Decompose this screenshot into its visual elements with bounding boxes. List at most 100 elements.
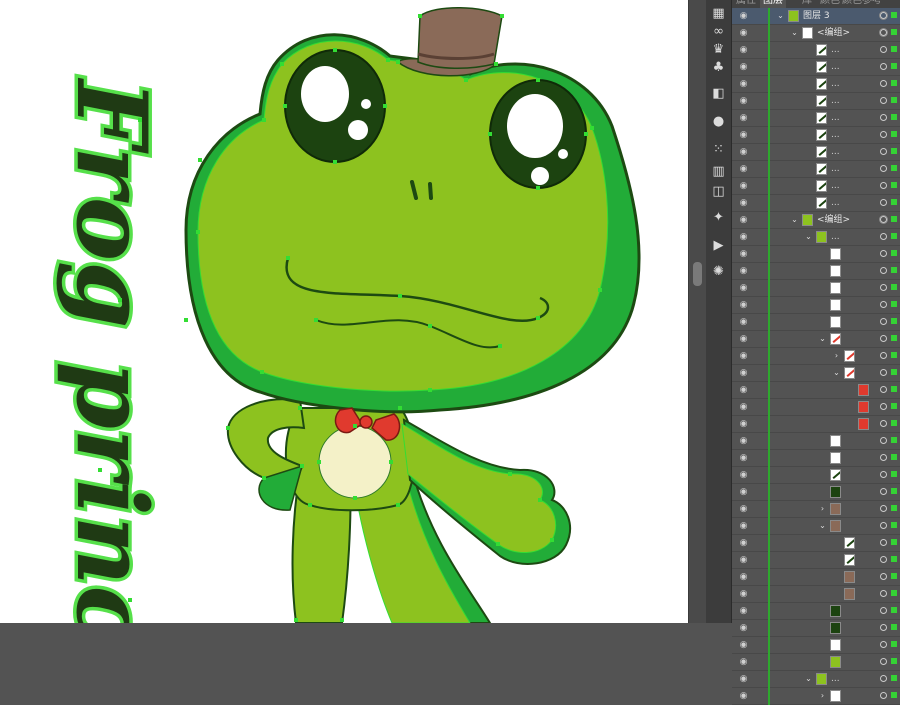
layer-row[interactable]: ◉ ⌄ 图层 3 (732, 8, 900, 25)
visibility-eye-icon[interactable]: ◉ (738, 369, 749, 378)
lock-toggle[interactable] (759, 675, 766, 682)
layer-row[interactable]: ◉ (732, 433, 900, 450)
visibility-eye-icon[interactable]: ◉ (738, 46, 749, 55)
anchor-point[interactable] (300, 464, 304, 468)
visibility-eye-icon[interactable]: ◉ (738, 420, 749, 429)
layer-row[interactable]: ◉... (732, 178, 900, 195)
anchor-point[interactable] (353, 424, 357, 428)
layer-row[interactable]: ◉ (732, 654, 900, 671)
layer-row[interactable]: ◉ ⌄ <编组> (732, 25, 900, 42)
selection-indicator[interactable] (891, 46, 897, 52)
selection-indicator[interactable] (891, 522, 897, 528)
lock-toggle[interactable] (759, 216, 766, 223)
visibility-eye-icon[interactable]: ◉ (738, 318, 749, 327)
selection-indicator[interactable] (891, 488, 897, 494)
lock-toggle[interactable] (759, 97, 766, 104)
target-circle-icon[interactable] (880, 216, 887, 223)
visibility-eye-icon[interactable]: ◉ (738, 692, 749, 701)
scrollbar-thumb[interactable] (693, 262, 702, 286)
target-circle-icon[interactable] (880, 148, 887, 155)
target-circle-icon[interactable] (880, 182, 887, 189)
lock-toggle[interactable] (759, 522, 766, 529)
target-circle-icon[interactable] (880, 556, 887, 563)
selection-indicator[interactable] (891, 250, 897, 256)
selection-indicator[interactable] (891, 284, 897, 290)
anchor-point[interactable] (333, 160, 337, 164)
selection-indicator[interactable] (891, 29, 897, 35)
pathfinder-icon[interactable]: ◫ (709, 182, 728, 201)
selection-indicator[interactable] (891, 182, 897, 188)
target-circle-icon[interactable] (880, 250, 887, 257)
layer-name[interactable]: ... (831, 44, 840, 56)
layer-name[interactable]: ... (831, 163, 840, 175)
selection-indicator[interactable] (891, 692, 897, 698)
layer-name[interactable]: <编组> (817, 214, 850, 226)
layer-name[interactable]: ... (831, 95, 840, 107)
lock-toggle[interactable] (759, 12, 766, 19)
lock-toggle[interactable] (759, 131, 766, 138)
tab-1[interactable]: 图层 (760, 0, 786, 8)
target-circle-icon[interactable] (880, 267, 887, 274)
target-circle-icon[interactable] (880, 437, 887, 444)
anchor-point[interactable] (396, 503, 400, 507)
anchor-point[interactable] (262, 476, 266, 480)
lock-toggle[interactable] (759, 454, 766, 461)
anchor-point[interactable] (118, 298, 122, 302)
links-icon[interactable]: ∞ (709, 22, 728, 41)
anchor-point[interactable] (508, 472, 512, 476)
target-circle-icon[interactable] (880, 165, 887, 172)
visibility-eye-icon[interactable]: ◉ (738, 658, 749, 667)
lock-toggle[interactable] (759, 624, 766, 631)
anchor-point[interactable] (298, 406, 302, 410)
visibility-eye-icon[interactable]: ◉ (738, 403, 749, 412)
anchor-point[interactable] (428, 324, 432, 328)
lock-toggle[interactable] (759, 250, 766, 257)
layer-row[interactable]: ◉... (732, 127, 900, 144)
anchor-point[interactable] (196, 230, 200, 234)
target-circle-icon[interactable] (880, 522, 887, 529)
tab-0[interactable]: 属性 (736, 0, 756, 8)
selection-indicator[interactable] (891, 369, 897, 375)
selection-indicator[interactable] (891, 658, 897, 664)
visibility-eye-icon[interactable]: ◉ (738, 199, 749, 208)
layer-row[interactable]: ◉ (732, 603, 900, 620)
target-circle-icon[interactable] (880, 607, 887, 614)
selection-indicator[interactable] (891, 165, 897, 171)
selection-indicator[interactable] (891, 352, 897, 358)
lock-toggle[interactable] (759, 318, 766, 325)
target-circle-icon[interactable] (880, 46, 887, 53)
layer-name[interactable]: ... (831, 146, 840, 158)
selection-indicator[interactable] (891, 403, 897, 409)
target-circle-icon[interactable] (880, 63, 887, 70)
target-circle-icon[interactable] (880, 488, 887, 495)
anchor-point[interactable] (340, 618, 344, 622)
visibility-eye-icon[interactable]: ◉ (738, 505, 749, 514)
anchor-point[interactable] (428, 388, 432, 392)
target-circle-icon[interactable] (880, 114, 887, 121)
selection-indicator[interactable] (891, 437, 897, 443)
visibility-eye-icon[interactable]: ◉ (738, 335, 749, 344)
layer-row[interactable]: ◉... (732, 110, 900, 127)
selection-indicator[interactable] (891, 505, 897, 511)
visibility-eye-icon[interactable]: ◉ (738, 301, 749, 310)
selection-indicator[interactable] (891, 131, 897, 137)
expand-chevron-down-icon[interactable]: ⌄ (832, 367, 841, 379)
anchor-point[interactable] (584, 132, 588, 136)
visibility-eye-icon[interactable]: ◉ (738, 97, 749, 106)
anchor-point[interactable] (590, 126, 594, 130)
target-circle-icon[interactable] (880, 97, 887, 104)
selection-indicator[interactable] (891, 624, 897, 630)
layer-row[interactable]: ◉... (732, 76, 900, 93)
visibility-eye-icon[interactable]: ◉ (738, 216, 749, 225)
selection-indicator[interactable] (891, 539, 897, 545)
layer-row[interactable]: ◉ (732, 637, 900, 654)
layer-row[interactable]: ◉ (732, 399, 900, 416)
lock-toggle[interactable] (759, 420, 766, 427)
visibility-eye-icon[interactable]: ◉ (738, 352, 749, 361)
anchor-point[interactable] (314, 318, 318, 322)
target-circle-icon[interactable] (880, 12, 887, 19)
brushes-icon[interactable]: ♛ (709, 40, 728, 59)
target-circle-icon[interactable] (880, 675, 887, 682)
anchor-point[interactable] (184, 318, 188, 322)
target-circle-icon[interactable] (880, 692, 887, 699)
